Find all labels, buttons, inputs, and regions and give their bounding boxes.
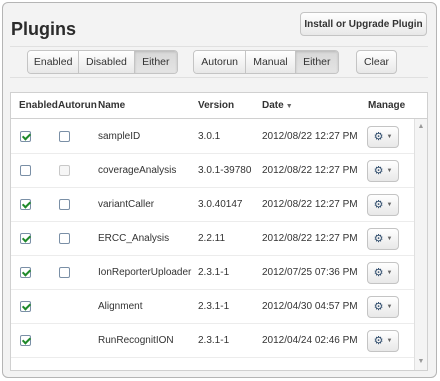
enabled-checkbox[interactable] xyxy=(20,301,31,312)
plugin-date: 2012/07/25 07:36 PM xyxy=(262,267,358,278)
caret-down-icon: ▼ xyxy=(386,236,393,242)
vertical-scrollbar[interactable]: ▲ ▼ xyxy=(414,119,427,370)
autorun-checkbox[interactable] xyxy=(59,267,70,278)
manage-dropdown-button[interactable]: ⚙ ▼ xyxy=(367,262,399,284)
caret-down-icon: ▼ xyxy=(386,168,393,174)
plugin-name: IonReporterUploader xyxy=(98,267,192,278)
scroll-down-icon[interactable]: ▼ xyxy=(417,358,425,366)
table-row[interactable]: RunRecognitION 2.3.1-1 2012/04/24 02:46 PM… xyxy=(11,324,414,358)
column-header-version[interactable]: Version xyxy=(198,100,234,111)
plugin-name: coverageAnalysis xyxy=(98,165,177,176)
gear-icon: ⚙ xyxy=(373,232,384,245)
enabled-checkbox[interactable] xyxy=(20,233,31,244)
status-filter-group: Enabled Disabled Either xyxy=(27,50,178,74)
gear-icon: ⚙ xyxy=(373,266,384,279)
table-header: Enabled Autorun Name Version Date ▼ Manag… xyxy=(11,93,427,119)
autorun-checkbox[interactable] xyxy=(59,131,70,142)
enabled-checkbox[interactable] xyxy=(20,335,31,346)
plugin-date: 2012/08/22 12:27 PM xyxy=(262,199,358,210)
enabled-checkbox[interactable] xyxy=(20,165,31,176)
gear-icon: ⚙ xyxy=(373,334,384,347)
filter-manual-button[interactable]: Manual xyxy=(245,51,295,73)
column-header-date[interactable]: Date ▼ xyxy=(262,100,293,111)
manage-dropdown-button[interactable]: ⚙ ▼ xyxy=(367,160,399,182)
manage-dropdown-button[interactable]: ⚙ ▼ xyxy=(367,228,399,250)
caret-down-icon: ▼ xyxy=(386,338,393,344)
gear-icon: ⚙ xyxy=(373,164,384,177)
enabled-checkbox[interactable] xyxy=(20,131,31,142)
enabled-checkbox[interactable] xyxy=(20,267,31,278)
plugin-date: 2012/08/22 12:27 PM xyxy=(262,165,358,176)
plugin-name: variantCaller xyxy=(98,199,155,210)
manage-dropdown-button[interactable]: ⚙ ▼ xyxy=(367,194,399,216)
column-header-date-label: Date xyxy=(262,100,284,111)
caret-down-icon: ▼ xyxy=(386,304,393,310)
gear-icon: ⚙ xyxy=(373,130,384,143)
autorun-checkbox[interactable] xyxy=(59,199,70,210)
plugin-version: 2.3.1-1 xyxy=(198,335,230,346)
plugin-name: ERCC_Analysis xyxy=(98,233,170,244)
plugin-name: RunRecognitION xyxy=(98,335,174,346)
plugin-version: 3.0.40147 xyxy=(198,199,243,210)
page-title: Plugins xyxy=(11,19,77,39)
install-upgrade-plugin-button[interactable]: Install or Upgrade Plugin xyxy=(300,12,427,36)
sort-descending-icon: ▼ xyxy=(285,103,293,110)
filter-enabled-button[interactable]: Enabled xyxy=(28,51,79,73)
table-row[interactable]: Alignment 2.3.1-1 2012/04/30 04:57 PM ⚙ ▼ xyxy=(11,290,414,324)
table-row[interactable]: sampleID 3.0.1 2012/08/22 12:27 PM ⚙ ▼ xyxy=(11,120,414,154)
autorun-checkbox xyxy=(59,165,70,176)
filter-status-either-button[interactable]: Either xyxy=(133,51,177,73)
gear-icon: ⚙ xyxy=(373,198,384,211)
plugins-table: Enabled Autorun Name Version Date ▼ Manag… xyxy=(10,92,428,371)
gear-icon: ⚙ xyxy=(373,300,384,313)
plugin-version: 3.0.1-39780 xyxy=(198,165,252,176)
plugin-version: 2.3.1-1 xyxy=(198,301,230,312)
plugin-date: 2012/04/24 02:46 PM xyxy=(262,335,358,346)
caret-down-icon: ▼ xyxy=(386,202,393,208)
enabled-checkbox[interactable] xyxy=(20,199,31,210)
manage-dropdown-button[interactable]: ⚙ ▼ xyxy=(367,126,399,148)
plugin-date: 2012/08/22 12:27 PM xyxy=(262,233,358,244)
column-header-name[interactable]: Name xyxy=(98,100,125,111)
plugin-date: 2012/08/22 12:27 PM xyxy=(262,131,358,142)
manage-dropdown-button[interactable]: ⚙ ▼ xyxy=(367,330,399,352)
manage-dropdown-button[interactable]: ⚙ ▼ xyxy=(367,296,399,318)
table-row[interactable]: coverageAnalysis 3.0.1-39780 2012/08/22 12… xyxy=(11,154,414,188)
filter-disabled-button[interactable]: Disabled xyxy=(78,51,134,73)
table-row[interactable]: ERCC_Analysis 2.2.11 2012/08/22 12:27 PM ⚙ ▼ xyxy=(11,222,414,256)
plugin-name: Alignment xyxy=(98,301,143,312)
plugin-version: 3.0.1 xyxy=(198,131,221,142)
column-header-autorun[interactable]: Autorun xyxy=(58,100,97,111)
filter-autorun-button[interactable]: Autorun xyxy=(194,51,246,73)
scroll-up-icon[interactable]: ▲ xyxy=(417,123,425,131)
run-mode-filter-group: Autorun Manual Either xyxy=(193,50,339,74)
plugin-date: 2012/04/30 04:57 PM xyxy=(262,301,358,312)
table-row[interactable]: IonReporterUploader 2.3.1-1 2012/07/25 07:… xyxy=(11,256,414,290)
clear-filters-button[interactable]: Clear xyxy=(356,50,397,74)
plugin-name: sampleID xyxy=(98,131,141,142)
column-header-enabled[interactable]: Enabled xyxy=(19,100,58,111)
plugin-version: 2.3.1-1 xyxy=(198,267,230,278)
table-row[interactable]: variantCaller 3.0.40147 2012/08/22 12:27 P… xyxy=(11,188,414,222)
filter-mode-either-button[interactable]: Either xyxy=(294,51,338,73)
caret-down-icon: ▼ xyxy=(386,134,393,140)
caret-down-icon: ▼ xyxy=(386,270,393,276)
autorun-checkbox[interactable] xyxy=(59,233,70,244)
column-header-manage: Manage xyxy=(368,100,406,111)
plugin-version: 2.2.11 xyxy=(198,233,226,244)
